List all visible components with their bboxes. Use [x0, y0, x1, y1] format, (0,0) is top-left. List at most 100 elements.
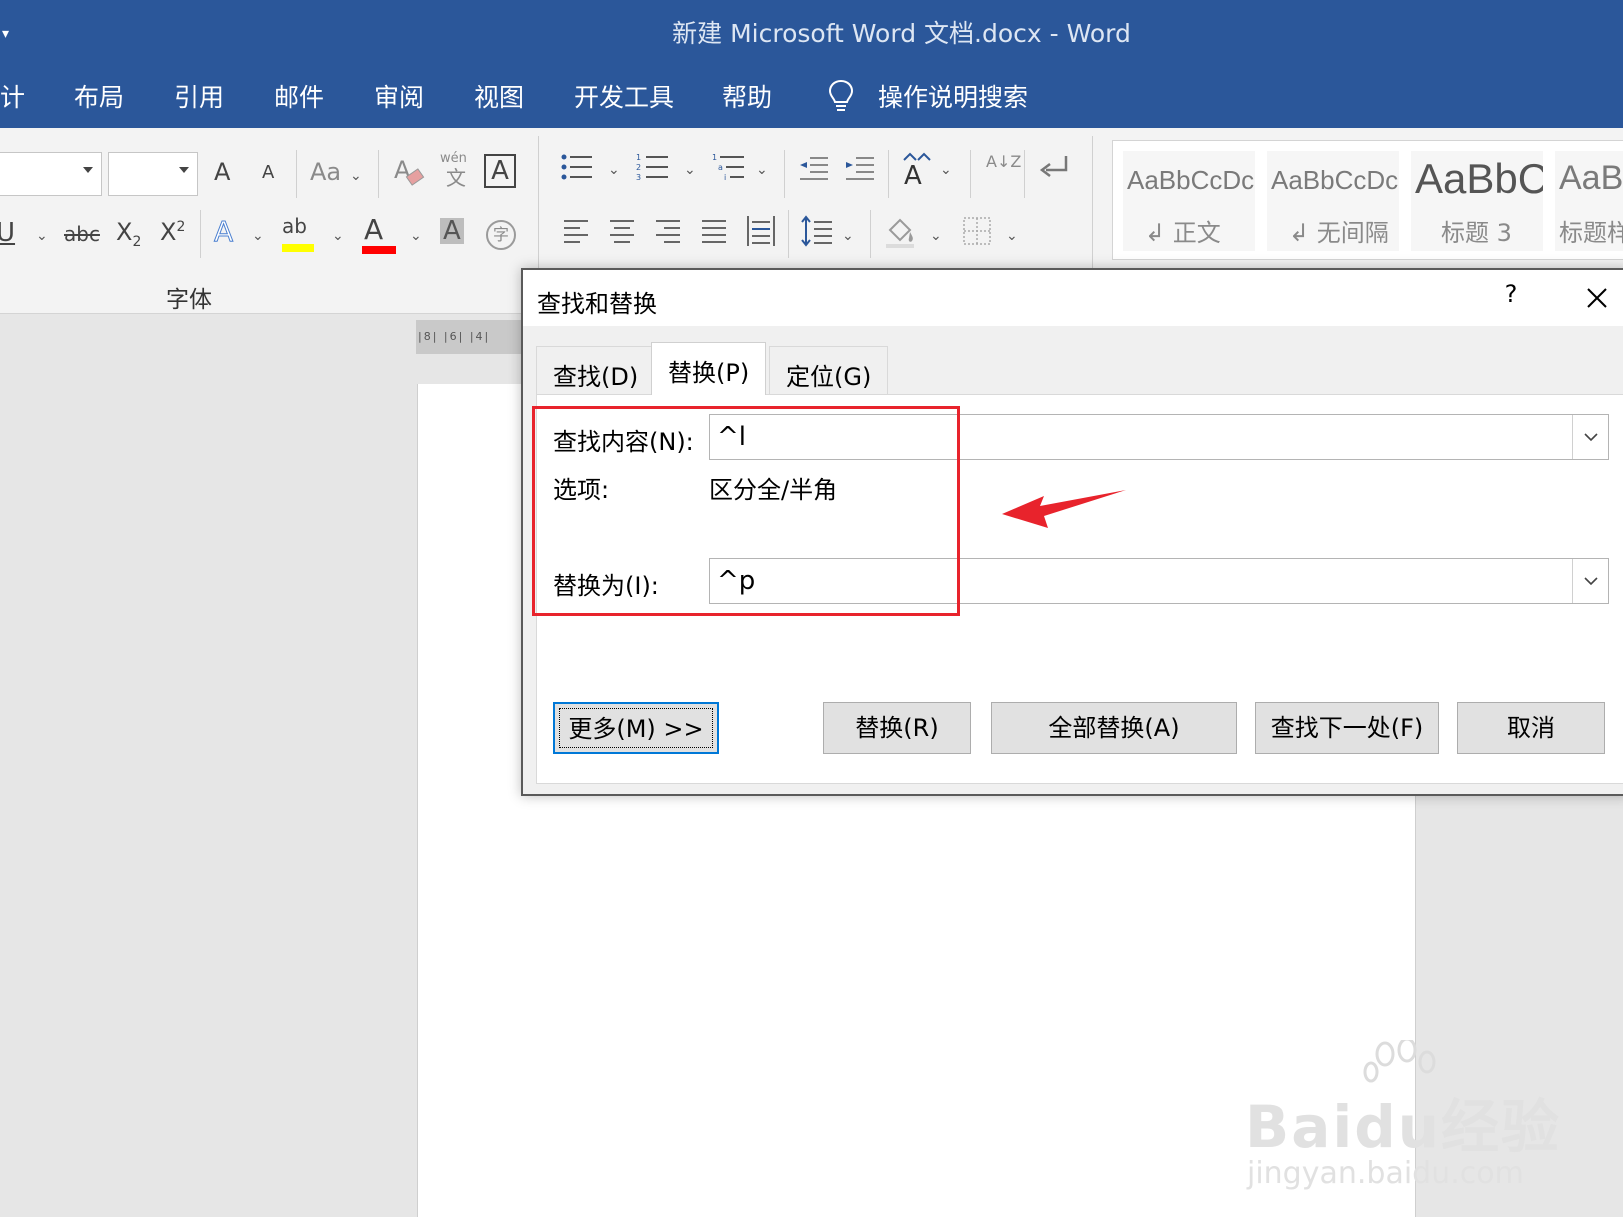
chevron-down-icon[interactable]: ⌄	[684, 162, 696, 178]
shading-icon[interactable]	[884, 214, 918, 248]
tab-replace[interactable]: 替换(P)	[651, 342, 767, 395]
tell-me-search[interactable]: 操作说明搜索	[878, 78, 1028, 114]
vertical-ruler: |8| |6| |4|	[416, 320, 526, 354]
shrink-font-icon[interactable]: A	[262, 164, 274, 182]
distributed-icon[interactable]	[746, 214, 776, 248]
separator	[200, 210, 201, 258]
superscript-letter: X	[160, 218, 177, 246]
chevron-down-icon[interactable]: ⌄	[842, 228, 854, 244]
style-name: 标题 3	[1441, 219, 1512, 247]
chevron-down-icon[interactable]: ⌄	[756, 162, 768, 178]
tab-layout[interactable]: 布局	[74, 78, 124, 114]
change-case-icon[interactable]: Aa	[310, 160, 341, 184]
chevron-down-icon[interactable]: ⌄	[608, 162, 620, 178]
increase-indent-icon[interactable]	[844, 154, 876, 182]
watermark: Baidu经验 jingyan.baidu.com	[1245, 1040, 1559, 1200]
phonetic-guide-top[interactable]: wén	[440, 152, 467, 165]
chevron-down-icon[interactable]: ⌄	[252, 228, 264, 244]
style-normal[interactable]: AaBbCcDc ↲ 正文	[1123, 151, 1255, 251]
more-button-label: 更多(M) >>	[559, 708, 713, 748]
chevron-down-icon[interactable]: ⌄	[930, 228, 942, 244]
tab-find[interactable]: 查找(D)	[536, 346, 656, 394]
font-color-icon[interactable]: A	[364, 216, 383, 244]
subscript-mark: 2	[132, 233, 142, 250]
tab-help[interactable]: 帮助	[722, 78, 772, 114]
chevron-down-icon[interactable]: ⌄	[350, 168, 362, 184]
style-sample: AaB	[1559, 159, 1623, 197]
replace-history-dropdown[interactable]	[1572, 559, 1608, 603]
find-history-dropdown[interactable]	[1572, 415, 1608, 459]
help-button[interactable]: ?	[1491, 280, 1531, 316]
chevron-down-icon[interactable]: ⌄	[410, 228, 422, 244]
replace-button[interactable]: 替换(R)	[823, 702, 971, 754]
chevron-down-icon	[1584, 433, 1598, 442]
clear-formatting-icon[interactable]: A	[392, 154, 426, 190]
align-left-icon[interactable]	[562, 218, 590, 244]
subscript-letter: X	[116, 218, 133, 246]
close-icon[interactable]	[1577, 278, 1617, 318]
superscript-icon[interactable]: X2	[160, 220, 185, 244]
style-title[interactable]: AaB 标题样	[1555, 151, 1623, 251]
subscript-icon[interactable]: X2	[116, 220, 141, 249]
chevron-down-icon[interactable]: ⌄	[940, 162, 952, 178]
watermark-url: jingyan.baidu.com	[1247, 1156, 1524, 1191]
font-size-combo[interactable]	[108, 152, 198, 196]
style-heading-3[interactable]: AaBbC 标题 3	[1411, 151, 1543, 251]
strikethrough-icon[interactable]: abc	[64, 224, 100, 244]
styles-gallery: AaBbCcDc ↲ 正文 AaBbCcDc ↲ 无间隔 AaBbC 标题 3 …	[1112, 140, 1623, 260]
numbering-icon[interactable]: 1 2 3	[636, 152, 670, 182]
character-border-icon[interactable]: A	[484, 154, 516, 188]
text-effects-icon[interactable]: A	[213, 217, 233, 246]
align-right-icon[interactable]	[654, 218, 682, 244]
sort-icon[interactable]: A↓Z	[986, 154, 1021, 170]
annotation-arrow-icon	[1002, 490, 1126, 528]
chevron-down-icon[interactable]: ⌄	[332, 228, 344, 244]
window-title: 新建 Microsoft Word 文档.docx - Word	[672, 19, 1131, 48]
cancel-button[interactable]: 取消	[1457, 702, 1605, 754]
font-name-combo[interactable]	[0, 152, 102, 196]
grow-font-icon[interactable]: A	[214, 160, 230, 184]
justify-icon[interactable]	[700, 218, 728, 244]
highlight-icon[interactable]: ab	[282, 216, 307, 236]
chevron-down-icon	[1584, 577, 1598, 586]
tab-developer[interactable]: 开发工具	[574, 78, 674, 114]
chevron-down-icon[interactable]: ⌄	[36, 228, 48, 244]
tab-review[interactable]: 审阅	[374, 78, 424, 114]
character-shading-icon[interactable]: A	[440, 218, 464, 244]
svg-text:a: a	[718, 163, 723, 172]
separator	[1024, 150, 1025, 198]
style-sample: AaBbCcDc	[1271, 165, 1399, 195]
separator	[784, 150, 785, 198]
dialog-titlebar: 查找和替换 ?	[523, 270, 1623, 326]
tab-references[interactable]: 引用	[174, 78, 224, 114]
separator	[970, 150, 971, 198]
phonetic-guide-icon[interactable]: 文	[446, 168, 466, 188]
separator	[788, 210, 789, 258]
decrease-indent-icon[interactable]	[798, 154, 830, 182]
style-name: 标题样	[1559, 219, 1623, 247]
tab-design[interactable]: 计	[0, 78, 25, 114]
style-no-spacing[interactable]: AaBbCcDc ↲ 无间隔	[1267, 151, 1399, 251]
show-marks-icon[interactable]	[1038, 154, 1070, 184]
multilevel-list-icon[interactable]: 1 a i	[712, 152, 746, 182]
chevron-down-icon[interactable]: ⌄	[1006, 228, 1018, 244]
bullets-icon[interactable]	[560, 152, 594, 182]
enclose-characters-icon[interactable]: 字	[486, 220, 516, 250]
lightbulb-icon[interactable]	[826, 78, 856, 114]
chevron-down-icon	[83, 167, 93, 173]
font-color-swatch	[362, 246, 396, 254]
superscript-mark: 2	[176, 219, 186, 235]
line-spacing-icon[interactable]	[800, 214, 834, 248]
borders-icon[interactable]	[962, 216, 992, 246]
style-name: ↲ 正文	[1145, 219, 1221, 247]
tab-goto[interactable]: 定位(G)	[769, 346, 889, 394]
replace-all-button[interactable]: 全部替换(A)	[991, 702, 1237, 754]
style-sample: AaBbCcDc	[1127, 165, 1255, 195]
underline-icon[interactable]: U	[0, 220, 15, 246]
tab-mailings[interactable]: 邮件	[274, 78, 324, 114]
find-next-button[interactable]: 查找下一处(F)	[1255, 702, 1439, 754]
chinese-layout-icon[interactable]: A	[900, 150, 934, 186]
more-button[interactable]: 更多(M) >>	[553, 702, 719, 754]
tab-view[interactable]: 视图	[474, 78, 524, 114]
align-center-icon[interactable]	[608, 218, 636, 244]
